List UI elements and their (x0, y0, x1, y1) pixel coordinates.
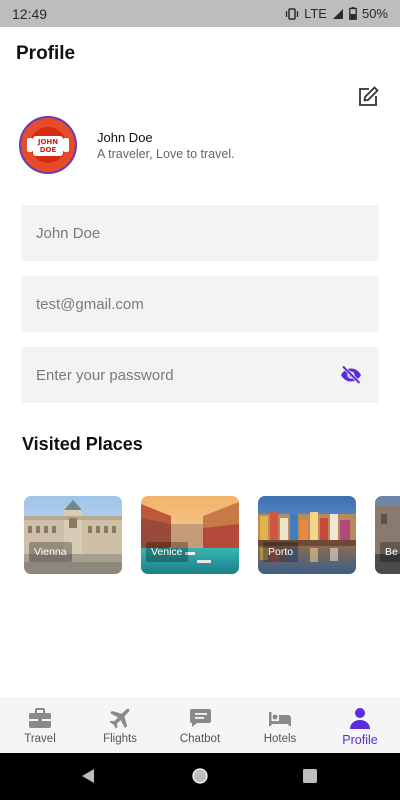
vienna-image (24, 496, 122, 574)
briefcase-icon (27, 706, 53, 730)
avatar: JOHN DOE (19, 116, 77, 174)
place-label: Porto (263, 542, 299, 562)
nav-flights[interactable]: Flights (80, 697, 160, 753)
avatar-text-line1: JOHN (37, 138, 59, 146)
name-field[interactable] (21, 205, 379, 261)
place-card-be[interactable]: Be (375, 496, 400, 574)
bottom-navigation: Travel Flights Chatbot Hotels Profile (0, 697, 400, 753)
status-icons: LTE 50% (285, 6, 388, 21)
status-time: 12:49 (12, 5, 48, 22)
visited-places-list[interactable]: Vienna Venice Porto Be (24, 496, 400, 574)
email-input[interactable] (36, 295, 364, 313)
profile-bio: A traveler, Love to travel. (97, 147, 235, 161)
chat-icon (187, 706, 213, 730)
signal-icon (332, 8, 344, 20)
nav-profile[interactable]: Profile (320, 697, 400, 753)
name-input[interactable] (36, 224, 364, 242)
visited-places-title: Visited Places (22, 434, 143, 454)
nav-label-profile: Profile (342, 733, 378, 747)
status-bar: 12:49 LTE 50% (0, 0, 400, 27)
system-navigation-bar (0, 753, 400, 800)
bed-icon (267, 706, 293, 730)
vibrate-icon (285, 7, 299, 20)
venice-image (141, 496, 239, 574)
battery-icon (349, 7, 357, 20)
place-card-venice[interactable]: Venice (141, 496, 239, 574)
edit-profile-button[interactable] (355, 86, 381, 112)
network-label: LTE (304, 6, 327, 21)
avatar-badge: JOHN DOE (33, 136, 63, 156)
recents-icon[interactable] (302, 768, 318, 789)
visibility-off-icon[interactable] (339, 363, 363, 387)
password-field[interactable] (21, 347, 379, 403)
nav-label-hotels: Hotels (263, 733, 297, 745)
nav-label-travel: Travel (24, 733, 56, 745)
porto-image (258, 496, 356, 574)
back-icon[interactable] (80, 767, 96, 790)
nav-chatbot[interactable]: Chatbot (160, 697, 240, 753)
page-title: Profile (16, 43, 76, 64)
place-card-porto[interactable]: Porto (258, 496, 356, 574)
profile-name: John Doe (97, 130, 153, 145)
place-label: Venice (146, 542, 188, 562)
home-icon[interactable] (191, 767, 209, 790)
edit-icon (356, 85, 380, 114)
place-label: Be (380, 542, 400, 562)
person-icon (347, 706, 373, 730)
avatar-text-line2: DOE (39, 146, 57, 154)
nav-travel[interactable]: Travel (0, 697, 80, 753)
be-image (375, 496, 400, 574)
password-input[interactable] (36, 366, 336, 384)
nav-label-flights: Flights (103, 733, 137, 745)
nav-hotels[interactable]: Hotels (240, 697, 320, 753)
nav-label-chatbot: Chatbot (179, 733, 221, 745)
battery-percent: 50% (361, 6, 388, 21)
place-label: Vienna (29, 542, 72, 562)
place-card-vienna[interactable]: Vienna (24, 496, 122, 574)
email-field[interactable] (21, 276, 379, 332)
airplane-icon (107, 706, 133, 730)
